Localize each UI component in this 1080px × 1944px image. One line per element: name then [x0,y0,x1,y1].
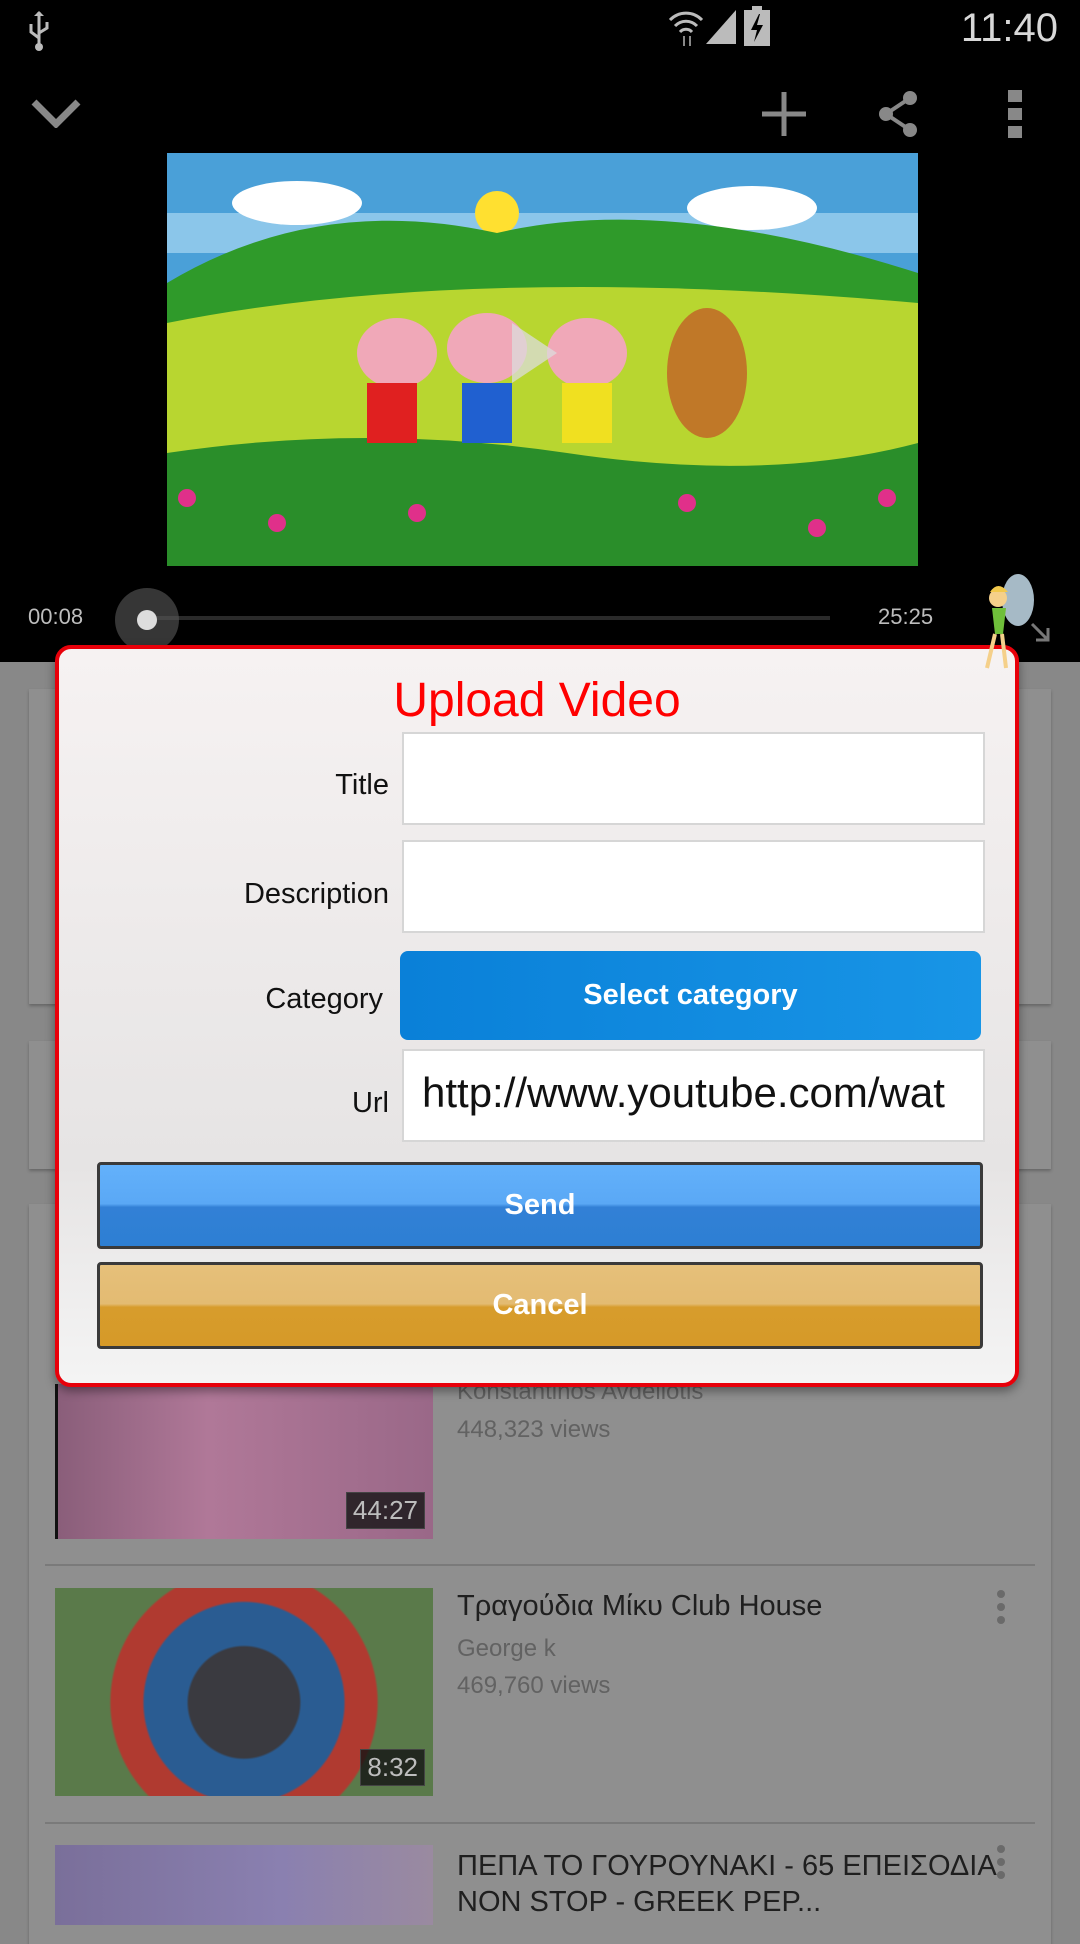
title-label: Title [335,769,389,801]
video-frame[interactable] [167,153,918,566]
divider [45,1822,1035,1824]
video-thumbnail[interactable] [55,1845,433,1925]
battery-charging-icon [744,6,770,46]
category-label: Category [265,983,383,1015]
cancel-button[interactable]: Cancel [97,1262,983,1349]
video-duration: 8:32 [360,1749,425,1786]
add-icon[interactable] [762,92,806,136]
video-thumbnail[interactable]: 8:32 [55,1588,433,1796]
share-icon[interactable] [876,90,920,138]
video-player-area: 11:40 00:08 25:25 [0,0,1080,662]
video-thumbnail[interactable]: 44:27 [55,1384,433,1539]
video-title[interactable]: ΠΕΠΑ ΤΟ ΓΟΥΡΟΥΝΑΚΙ - 65 ΕΠΕΙΣΟΔΙΑ NON ST… [457,1848,997,1920]
seek-thumb[interactable] [115,588,179,652]
more-vert-icon[interactable] [997,1845,1005,1884]
signal-icon [706,10,736,44]
send-button[interactable]: Send [97,1162,983,1249]
fairy-icon [985,574,1034,669]
video-channel: George k [457,1635,556,1662]
clock: 11:40 [960,6,1058,50]
video-title[interactable]: Τραγούδια Μίκυ Club House [457,1588,822,1624]
video-duration: 44:27 [345,1492,425,1529]
wifi-icon [668,11,704,46]
chevron-down-icon[interactable] [30,98,82,128]
description-input[interactable] [402,840,985,933]
duration-time: 25:25 [878,604,934,629]
dialog-title: Upload Video [393,674,681,727]
select-category-button[interactable]: Select category [400,951,981,1040]
video-views: 469,760 views [457,1672,611,1699]
usb-icon [29,11,49,51]
url-label: Url [351,1087,389,1119]
url-input[interactable]: http://www.youtube.com/wat [402,1049,985,1142]
seek-bar[interactable] [147,616,830,620]
title-input[interactable] [402,732,985,825]
video-views: 448,323 views [457,1416,611,1443]
elapsed-time: 00:08 [28,604,84,629]
divider [45,1564,1035,1566]
more-vert-icon[interactable] [997,1590,1005,1629]
more-vert-icon[interactable] [1008,90,1022,138]
upload-video-dialog: Upload Video Title Description Category … [55,645,1019,1387]
description-label: Description [243,878,389,910]
